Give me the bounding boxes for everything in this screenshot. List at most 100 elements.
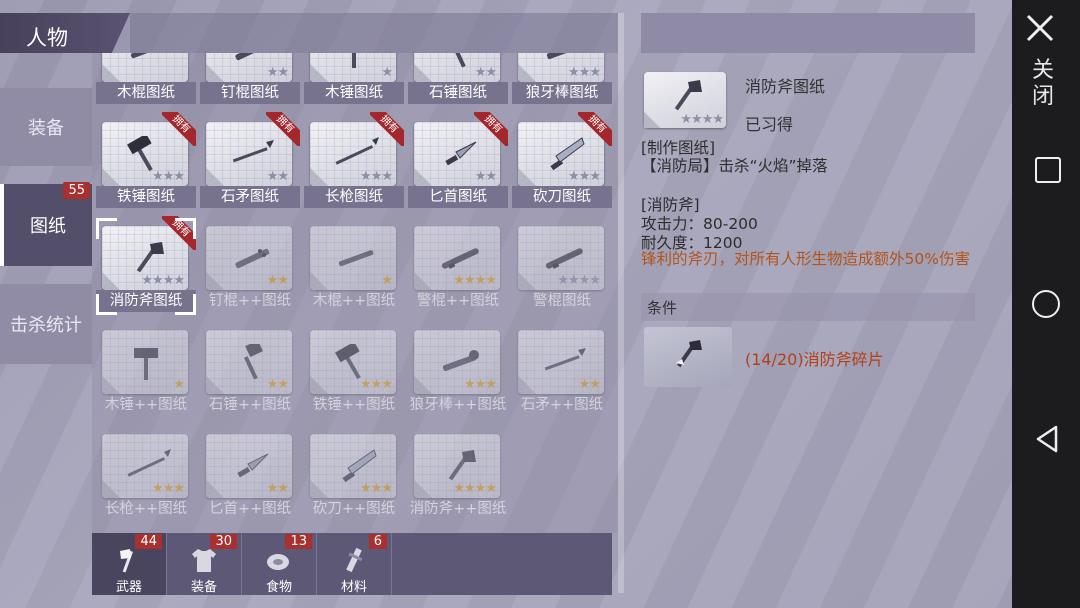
machete-icon xyxy=(342,449,377,483)
blueprint-card-image: ★ xyxy=(310,226,396,290)
close-icon[interactable] xyxy=(1024,12,1056,44)
fire-axe-icon xyxy=(674,80,702,111)
iron-hammer-icon xyxy=(335,344,361,380)
blueprint-name: 警棍图纸 xyxy=(533,293,591,309)
tab-weapons[interactable]: 44 武器 xyxy=(92,533,167,595)
blueprint-card-image: ★★ xyxy=(206,434,292,498)
nav-tab-kill-stats[interactable]: 击杀统计 xyxy=(0,284,92,364)
long-spear-icon xyxy=(127,449,171,477)
page-title: 人物 xyxy=(26,26,68,50)
count-badge: 55 xyxy=(63,182,90,199)
blueprint-card[interactable]: ★★★★ 消防斧图纸 拥有 xyxy=(96,216,196,315)
nav-tab-label: 击杀统计 xyxy=(10,315,82,336)
blueprint-card[interactable]: ★★★ 铁锤图纸 拥有 xyxy=(96,112,196,211)
blueprint-name: 砍刀图纸 xyxy=(512,186,612,208)
blueprint-name: 消防斧++图纸 xyxy=(409,501,507,517)
back-icon[interactable] xyxy=(1034,424,1062,454)
owned-label: 拥有 xyxy=(162,112,196,146)
owned-ribbon: 拥有 xyxy=(474,112,508,146)
scrollbar[interactable] xyxy=(618,13,624,593)
star-rating: ★ xyxy=(381,273,393,288)
blueprint-card-image: ★★★ xyxy=(310,434,396,498)
fragment-slot[interactable] xyxy=(644,327,732,387)
blueprint-card[interactable]: ★★ 石锤图纸 xyxy=(408,53,508,107)
blueprint-card[interactable]: ★ 木锤图纸 xyxy=(304,53,404,107)
star-rating: ★★ xyxy=(266,273,289,288)
blueprint-card-image: ★ xyxy=(310,53,396,82)
owned-label: 拥有 xyxy=(370,112,404,146)
blueprint-card[interactable]: ★★ 匕首++图纸 xyxy=(200,424,300,523)
nav-tab-blueprints[interactable]: 图纸 55 xyxy=(0,182,92,266)
blueprint-card[interactable]: ★★★ 长枪图纸 拥有 xyxy=(304,112,404,211)
star-rating: ★★★★ xyxy=(680,112,724,127)
grid-header-strip xyxy=(130,13,618,53)
blueprint-card[interactable]: ★★★★ 消防斧++图纸 xyxy=(408,424,508,523)
star-rating: ★★★★ xyxy=(557,273,601,288)
fragment-progress: (14/20)消防斧碎片 xyxy=(745,350,884,369)
owned-label: 拥有 xyxy=(474,112,508,146)
blueprint-card[interactable]: ★★ 石锤++图纸 xyxy=(200,320,300,419)
blueprint-name: 石矛图纸 xyxy=(200,186,300,208)
blueprint-card-image: ★★★ xyxy=(310,330,396,394)
owned-ribbon: 拥有 xyxy=(162,112,196,146)
blueprint-card[interactable]: ★★ 钉棍图纸 xyxy=(200,53,300,107)
tab-food[interactable]: 13 食物 xyxy=(242,533,317,595)
blueprint-card[interactable]: ★★ 钉棍++图纸 xyxy=(200,216,300,315)
blueprint-name: 长枪图纸 xyxy=(304,186,404,208)
wood-hammer-icon xyxy=(134,348,158,380)
count-badge: 44 xyxy=(135,534,162,549)
home-icon[interactable] xyxy=(1032,290,1060,318)
star-rating: ★★ xyxy=(266,377,289,392)
blueprint-card-image xyxy=(102,53,188,82)
blueprint-card[interactable]: ★★★ 狼牙棒图纸 xyxy=(512,53,612,107)
blueprint-card[interactable]: ★★★ 狼牙棒++图纸 xyxy=(408,320,508,419)
blueprint-card[interactable]: ★ 木锤++图纸 xyxy=(96,320,196,419)
detail-title: 消防斧图纸 xyxy=(745,77,826,96)
nail-club-icon xyxy=(235,248,270,269)
owned-ribbon: 拥有 xyxy=(370,112,404,146)
blueprint-card[interactable]: ★★ 匕首图纸 拥有 xyxy=(408,112,508,211)
baton-icon xyxy=(545,248,583,269)
recent-apps-icon[interactable] xyxy=(1035,157,1061,183)
blueprint-grid-panel[interactable]: 木棍图纸 ★★ 钉棍图纸 ★ 木锤图纸 ★★ 石锤图纸 ★★★ 狼牙棒图纸 ★★★ 铁锤图纸 拥有 ★★… xyxy=(92,53,618,533)
star-rating: ★★★ xyxy=(360,377,393,392)
blueprint-card[interactable]: ★ 木棍++图纸 xyxy=(304,216,404,315)
star-rating: ★★ xyxy=(578,377,601,392)
tab-equipment[interactable]: 30 装备 xyxy=(167,533,242,595)
star-rating: ★★★★ xyxy=(453,273,497,288)
blueprint-card-image: ★★★ xyxy=(102,434,188,498)
tab-materials[interactable]: 6 材料 xyxy=(317,533,392,595)
blueprint-card-image: ★★★★ xyxy=(414,434,500,498)
effect-text: 锋利的斧刃，对所有人形生物造成额外50%伤害 xyxy=(641,250,970,268)
blueprint-card[interactable]: 木棍图纸 xyxy=(96,53,196,107)
owned-label: 拥有 xyxy=(266,112,300,146)
stick-icon xyxy=(338,250,374,267)
blueprint-card[interactable]: ★★★★ 警棍++图纸 xyxy=(408,216,508,315)
blueprint-card[interactable]: ★★★★ 警棍图纸 xyxy=(512,216,612,315)
blueprint-card[interactable]: ★★★ 砍刀图纸 拥有 xyxy=(512,112,612,211)
blueprint-name: 石矛++图纸 xyxy=(520,397,604,413)
fire-axe-fragment-icon xyxy=(676,340,702,368)
blueprint-name: 铁锤图纸 xyxy=(96,186,196,208)
star-rating: ★★★★ xyxy=(141,273,185,288)
shirt-icon xyxy=(192,549,216,572)
star-rating: ★★★ xyxy=(152,481,185,496)
blueprint-name: 石锤图纸 xyxy=(408,82,508,104)
close-label[interactable]: 关闭 xyxy=(1032,58,1054,110)
tab-label: 食物 xyxy=(265,580,292,595)
blueprint-name: 木锤图纸 xyxy=(304,82,404,104)
blueprint-card[interactable]: ★★★ 长枪++图纸 xyxy=(96,424,196,523)
owned-ribbon: 拥有 xyxy=(266,112,300,146)
blueprint-card[interactable]: ★★★ 砍刀++图纸 xyxy=(304,424,404,523)
nav-tab-equipment[interactable]: 装备 xyxy=(0,88,92,166)
blueprint-card-image: ★★ xyxy=(206,53,292,82)
selection-corner xyxy=(175,294,196,315)
blueprint-card[interactable]: ★★ 石矛图纸 拥有 xyxy=(200,112,300,211)
blueprint-name: 狼牙棒图纸 xyxy=(512,82,612,104)
blueprint-card[interactable]: ★★★ 铁锤++图纸 xyxy=(304,320,404,419)
blueprint-name: 石锤++图纸 xyxy=(208,397,292,413)
owned-ribbon: 拥有 xyxy=(578,112,612,146)
blueprint-name: 警棍++图纸 xyxy=(416,293,500,309)
blueprint-card-image: ★★★ xyxy=(518,53,604,82)
blueprint-card[interactable]: ★★ 石矛++图纸 xyxy=(512,320,612,419)
